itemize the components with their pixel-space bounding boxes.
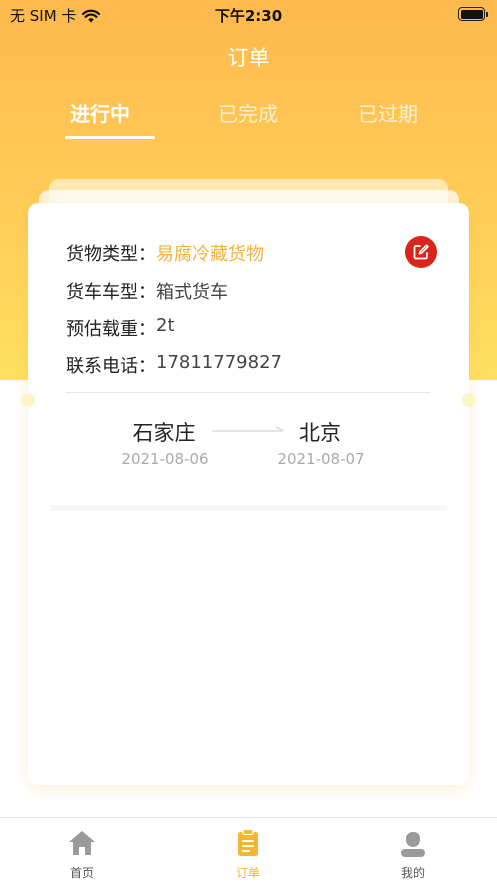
cargo-type-value: 易腐冷藏货物 — [156, 244, 264, 265]
edit-button[interactable] — [405, 236, 437, 268]
order-card[interactable]: 货物类型： 易腐冷藏货物 货车车型： 箱式货车 预估载重： 2t 联系电话： 1… — [21, 203, 476, 785]
phone-value: 17811779827 — [156, 352, 282, 373]
clipboard-icon — [238, 828, 258, 856]
phone-label: 联系电话： — [66, 356, 156, 377]
tab-completed[interactable]: 已完成 — [188, 98, 308, 127]
card-section-divider — [50, 505, 447, 511]
truck-type-value: 箱式货车 — [156, 282, 228, 303]
load-value: 2t — [156, 315, 175, 336]
status-time: 下午2:30 — [214, 7, 283, 25]
order-tabs: 进行中 已完成 已过期 — [40, 98, 457, 142]
tabbar-label-orders: 订单 — [235, 866, 260, 880]
cargo-type-label: 货物类型： — [66, 244, 156, 265]
card-notch-right — [462, 393, 476, 407]
tabbar-item-profile[interactable]: 我的 — [363, 828, 463, 881]
status-bar: 无 SIM 卡 下午2:30 — [0, 0, 497, 30]
card-notch-left — [21, 393, 35, 407]
cargo-type-row: 货物类型： 易腐冷藏货物 — [66, 240, 264, 266]
card-divider — [66, 392, 430, 393]
origin-city: 石家庄 — [132, 421, 196, 445]
page-title: 订单 — [227, 46, 270, 70]
destination-city: 北京 — [299, 421, 341, 445]
tabbar-item-orders[interactable]: 订单 — [198, 828, 298, 881]
tabbar-label-home: 首页 — [69, 866, 94, 880]
user-icon — [401, 831, 425, 857]
origin-date: 2021-08-06 — [121, 450, 209, 468]
tab-active-indicator — [65, 136, 155, 139]
tabbar-label-profile: 我的 — [400, 866, 425, 880]
truck-type-row: 货车车型： 箱式货车 — [66, 278, 228, 304]
load-label: 预估载重： — [66, 319, 156, 340]
load-row: 预估载重： 2t — [66, 315, 175, 341]
phone-row: 联系电话： 17811779827 — [66, 352, 282, 378]
tab-expired[interactable]: 已过期 — [328, 98, 448, 127]
destination-date: 2021-08-07 — [277, 450, 365, 468]
tab-in-progress[interactable]: 进行中 — [40, 98, 160, 127]
edit-icon — [413, 244, 429, 260]
home-icon — [69, 831, 95, 855]
truck-type-label: 货车车型： — [66, 282, 156, 303]
tabbar-item-home[interactable]: 首页 — [32, 828, 132, 881]
bottom-tab-bar: 首页 订单 我的 — [0, 817, 497, 883]
battery-icon — [458, 7, 488, 21]
